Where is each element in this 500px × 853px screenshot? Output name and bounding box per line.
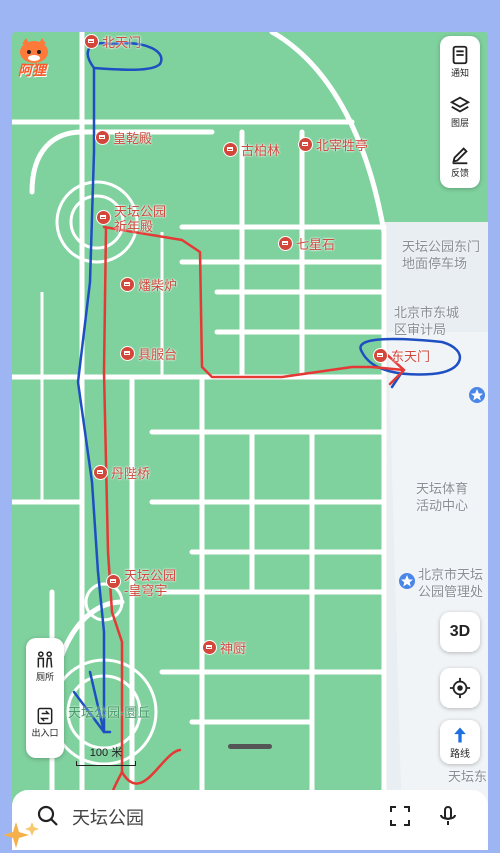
route-button[interactable]: 路线 bbox=[440, 720, 480, 764]
poi-north-gate[interactable]: 北天门 bbox=[84, 32, 141, 51]
label-east-gate-parking: 天坛公园东门 地面停车场 bbox=[402, 239, 481, 271]
label-sports-center: 天坛体育 活动中心 bbox=[416, 481, 469, 513]
locate-crosshair-icon bbox=[449, 677, 471, 699]
sheet-drag-handle[interactable] bbox=[228, 744, 272, 749]
toilet-label: 厕所 bbox=[35, 671, 54, 682]
poi-sublabel: -皇穹宇 bbox=[124, 583, 168, 598]
poi-pin-icon bbox=[278, 236, 293, 251]
scale-bar: 100 米 bbox=[76, 744, 136, 766]
poi-pin-icon bbox=[298, 137, 313, 152]
poi-label: 古柏林 bbox=[241, 143, 281, 158]
layers-icon bbox=[449, 96, 471, 112]
poi-firewood-furnace[interactable]: 燔柴炉 bbox=[120, 275, 177, 294]
entrance-label: 出入口 bbox=[31, 727, 59, 738]
label-audit-bureau: 北京市东城 区审计局 bbox=[394, 305, 460, 337]
poi-east-gate[interactable]: 东天门 bbox=[373, 346, 430, 365]
layers-button[interactable]: 图层 bbox=[440, 86, 480, 136]
star-pin-icon[interactable] bbox=[468, 386, 486, 404]
poi-ancient-cypress[interactable]: 古柏林 bbox=[223, 140, 280, 159]
search-input[interactable]: 天坛公园 bbox=[72, 804, 144, 830]
search-sheet[interactable]: 天坛公园 bbox=[12, 744, 488, 850]
poi-north-slaughter-pavilion[interactable]: 北宰牲亭 bbox=[298, 135, 368, 154]
facility-panel: 厕所 出入口 bbox=[26, 638, 64, 758]
poi-label: 东天门 bbox=[391, 349, 431, 364]
label-circular-mound: 天坛公园-圜丘 bbox=[68, 705, 151, 720]
poi-huangqian-hall[interactable]: 皇乾殿 bbox=[95, 128, 152, 147]
3d-toggle-button[interactable]: 3D bbox=[440, 612, 480, 652]
entrance-exit-icon bbox=[37, 707, 53, 724]
poi-label: 七星石 bbox=[296, 237, 336, 252]
notice-icon bbox=[452, 45, 468, 64]
notice-label: 通知 bbox=[450, 67, 469, 78]
notice-button[interactable]: 通知 bbox=[440, 36, 480, 86]
label-east-partial: 天坛东 bbox=[448, 769, 488, 784]
poi-pin-icon bbox=[106, 574, 121, 589]
poi-label: 天坛公园 bbox=[124, 568, 177, 583]
poi-pin-icon bbox=[93, 465, 108, 480]
scan-icon[interactable] bbox=[388, 804, 412, 828]
poi-pin-icon bbox=[120, 346, 135, 361]
feedback-label: 反馈 bbox=[450, 167, 469, 178]
poi-label: 北宰牲亭 bbox=[316, 138, 369, 153]
logo-text: 阿狸 bbox=[18, 62, 46, 78]
map-tools-panel: 通知 图层 反馈 bbox=[440, 36, 480, 188]
feedback-button[interactable]: 反馈 bbox=[440, 136, 480, 186]
layers-label: 图层 bbox=[450, 117, 469, 128]
poi-pin-icon bbox=[223, 142, 238, 157]
microphone-icon[interactable] bbox=[436, 804, 460, 828]
poi-label: 神厨 bbox=[220, 641, 247, 656]
scale-bar-line bbox=[76, 761, 136, 766]
entrance-button[interactable]: 出入口 bbox=[26, 694, 64, 750]
toilet-icon bbox=[37, 650, 53, 668]
poi-label: 具服台 bbox=[138, 347, 178, 362]
poi-pin-icon bbox=[120, 277, 135, 292]
poi-label: 天坛公园 bbox=[114, 204, 167, 219]
feedback-pencil-icon bbox=[452, 146, 468, 164]
star-pin-icon[interactable] bbox=[398, 572, 416, 590]
poi-divine-kitchen[interactable]: 神厨 bbox=[202, 638, 246, 657]
label-park-admin: 北京市天坛 公园管理处 bbox=[418, 567, 484, 599]
poi-pin-icon bbox=[373, 348, 388, 363]
route-label: 路线 bbox=[450, 748, 470, 760]
poi-sublabel: 祈年殿 bbox=[114, 219, 154, 234]
poi-pin-icon bbox=[95, 130, 110, 145]
poi-label: 丹陛桥 bbox=[111, 466, 151, 481]
poi-robing-terrace[interactable]: 具服台 bbox=[120, 344, 177, 363]
poi-label: 皇乾殿 bbox=[113, 131, 153, 146]
poi-temple-of-heaven[interactable]: 天坛公园 祈年殿 bbox=[96, 204, 166, 234]
sparkle-decoration-icon bbox=[3, 822, 39, 848]
app-logo: 阿狸 bbox=[14, 36, 64, 80]
toilet-button[interactable]: 厕所 bbox=[26, 638, 64, 694]
route-arrow-icon bbox=[454, 727, 466, 742]
poi-seven-star-stones[interactable]: 七星石 bbox=[278, 234, 335, 253]
poi-label: 北天门 bbox=[102, 35, 142, 50]
poi-imperial-vault[interactable]: 天坛公园 -皇穹宇 bbox=[106, 568, 176, 598]
map-view[interactable]: 北天门 皇乾殿 古柏林 北宰牲亭 天坛公园 祈年殿 七星石 燔柴炉 具服台 东天门… bbox=[12, 32, 488, 822]
poi-pin-icon bbox=[84, 34, 99, 49]
poi-danbi-bridge[interactable]: 丹陛桥 bbox=[93, 463, 150, 482]
poi-pin-icon bbox=[96, 210, 111, 225]
scale-label: 100 米 bbox=[89, 747, 123, 759]
locate-button[interactable] bbox=[440, 668, 480, 708]
poi-pin-icon bbox=[202, 640, 217, 655]
poi-label: 燔柴炉 bbox=[138, 278, 178, 293]
